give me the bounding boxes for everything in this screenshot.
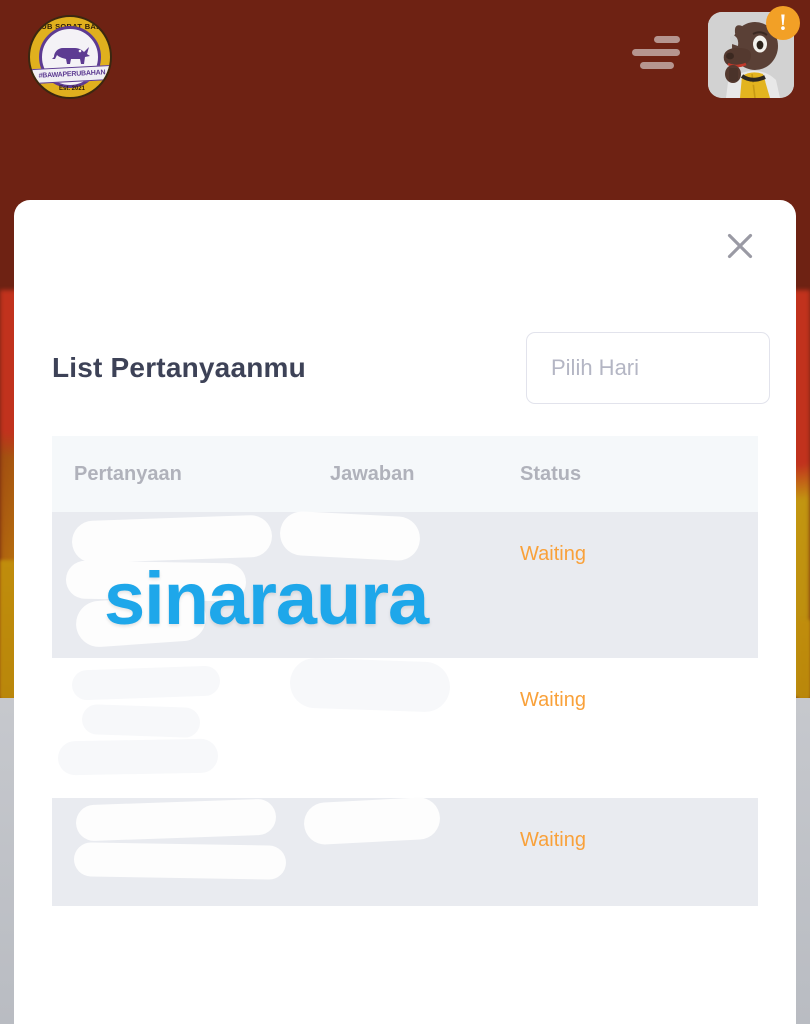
notification-badge[interactable]: ! bbox=[766, 6, 800, 40]
day-filter-placeholder: Pilih Hari bbox=[551, 355, 640, 380]
table-row[interactable]: Waiting bbox=[52, 657, 758, 798]
redaction-mark bbox=[302, 796, 442, 846]
page-title: List Pertanyaanmu bbox=[52, 352, 306, 383]
status-badge: Waiting bbox=[520, 689, 586, 711]
hamburger-line-3 bbox=[640, 62, 674, 69]
rhino-logo-icon bbox=[52, 47, 90, 64]
questions-table: Pertanyaan Jawaban Status Waiting Waitin… bbox=[52, 436, 758, 906]
redaction-mark bbox=[71, 665, 221, 701]
status-badge: Waiting bbox=[520, 543, 586, 565]
background-gold-strip-right bbox=[798, 620, 810, 700]
hamburger-line-1 bbox=[654, 36, 680, 43]
redaction-mark bbox=[73, 842, 287, 880]
redaction-mark bbox=[65, 560, 247, 602]
redaction-mark bbox=[75, 798, 277, 842]
column-header-status: Status bbox=[520, 462, 582, 485]
redaction-mark bbox=[278, 510, 422, 562]
top-navigation-bar: CLUB SOBAT BADAK #BAWAPERUBAHAN Est. 202… bbox=[0, 0, 810, 110]
redaction-mark bbox=[81, 703, 201, 739]
hamburger-menu-icon[interactable] bbox=[632, 36, 680, 74]
column-header-pertanyaan: Pertanyaan bbox=[74, 462, 182, 485]
redaction-mark bbox=[57, 738, 219, 776]
table-row[interactable]: Waiting bbox=[52, 796, 758, 906]
status-badge: Waiting bbox=[520, 829, 586, 851]
close-icon[interactable] bbox=[722, 228, 758, 264]
table-row[interactable]: Waiting bbox=[52, 510, 758, 658]
profile-avatar-container[interactable]: ! bbox=[708, 6, 800, 98]
hamburger-line-2 bbox=[632, 49, 680, 56]
logo-banner-text: #BAWAPERUBAHAN bbox=[31, 64, 110, 85]
logo-sub-text: Est. 2021 bbox=[58, 86, 86, 92]
redaction-mark bbox=[71, 514, 273, 564]
redaction-mark bbox=[289, 657, 451, 713]
page-root: CLUB SOBAT BADAK #BAWAPERUBAHAN Est. 202… bbox=[0, 0, 810, 1024]
modal-header: List Pertanyaanmu Pilih Hari bbox=[52, 330, 770, 406]
question-list-modal: List Pertanyaanmu Pilih Hari Pertanyaan … bbox=[14, 200, 796, 1024]
site-logo[interactable]: CLUB SOBAT BADAK #BAWAPERUBAHAN Est. 202… bbox=[28, 15, 112, 99]
column-header-jawaban: Jawaban bbox=[330, 462, 415, 485]
day-filter-select[interactable]: Pilih Hari bbox=[526, 332, 770, 404]
redaction-mark bbox=[74, 593, 208, 649]
table-header-row: Pertanyaan Jawaban Status bbox=[52, 436, 758, 512]
